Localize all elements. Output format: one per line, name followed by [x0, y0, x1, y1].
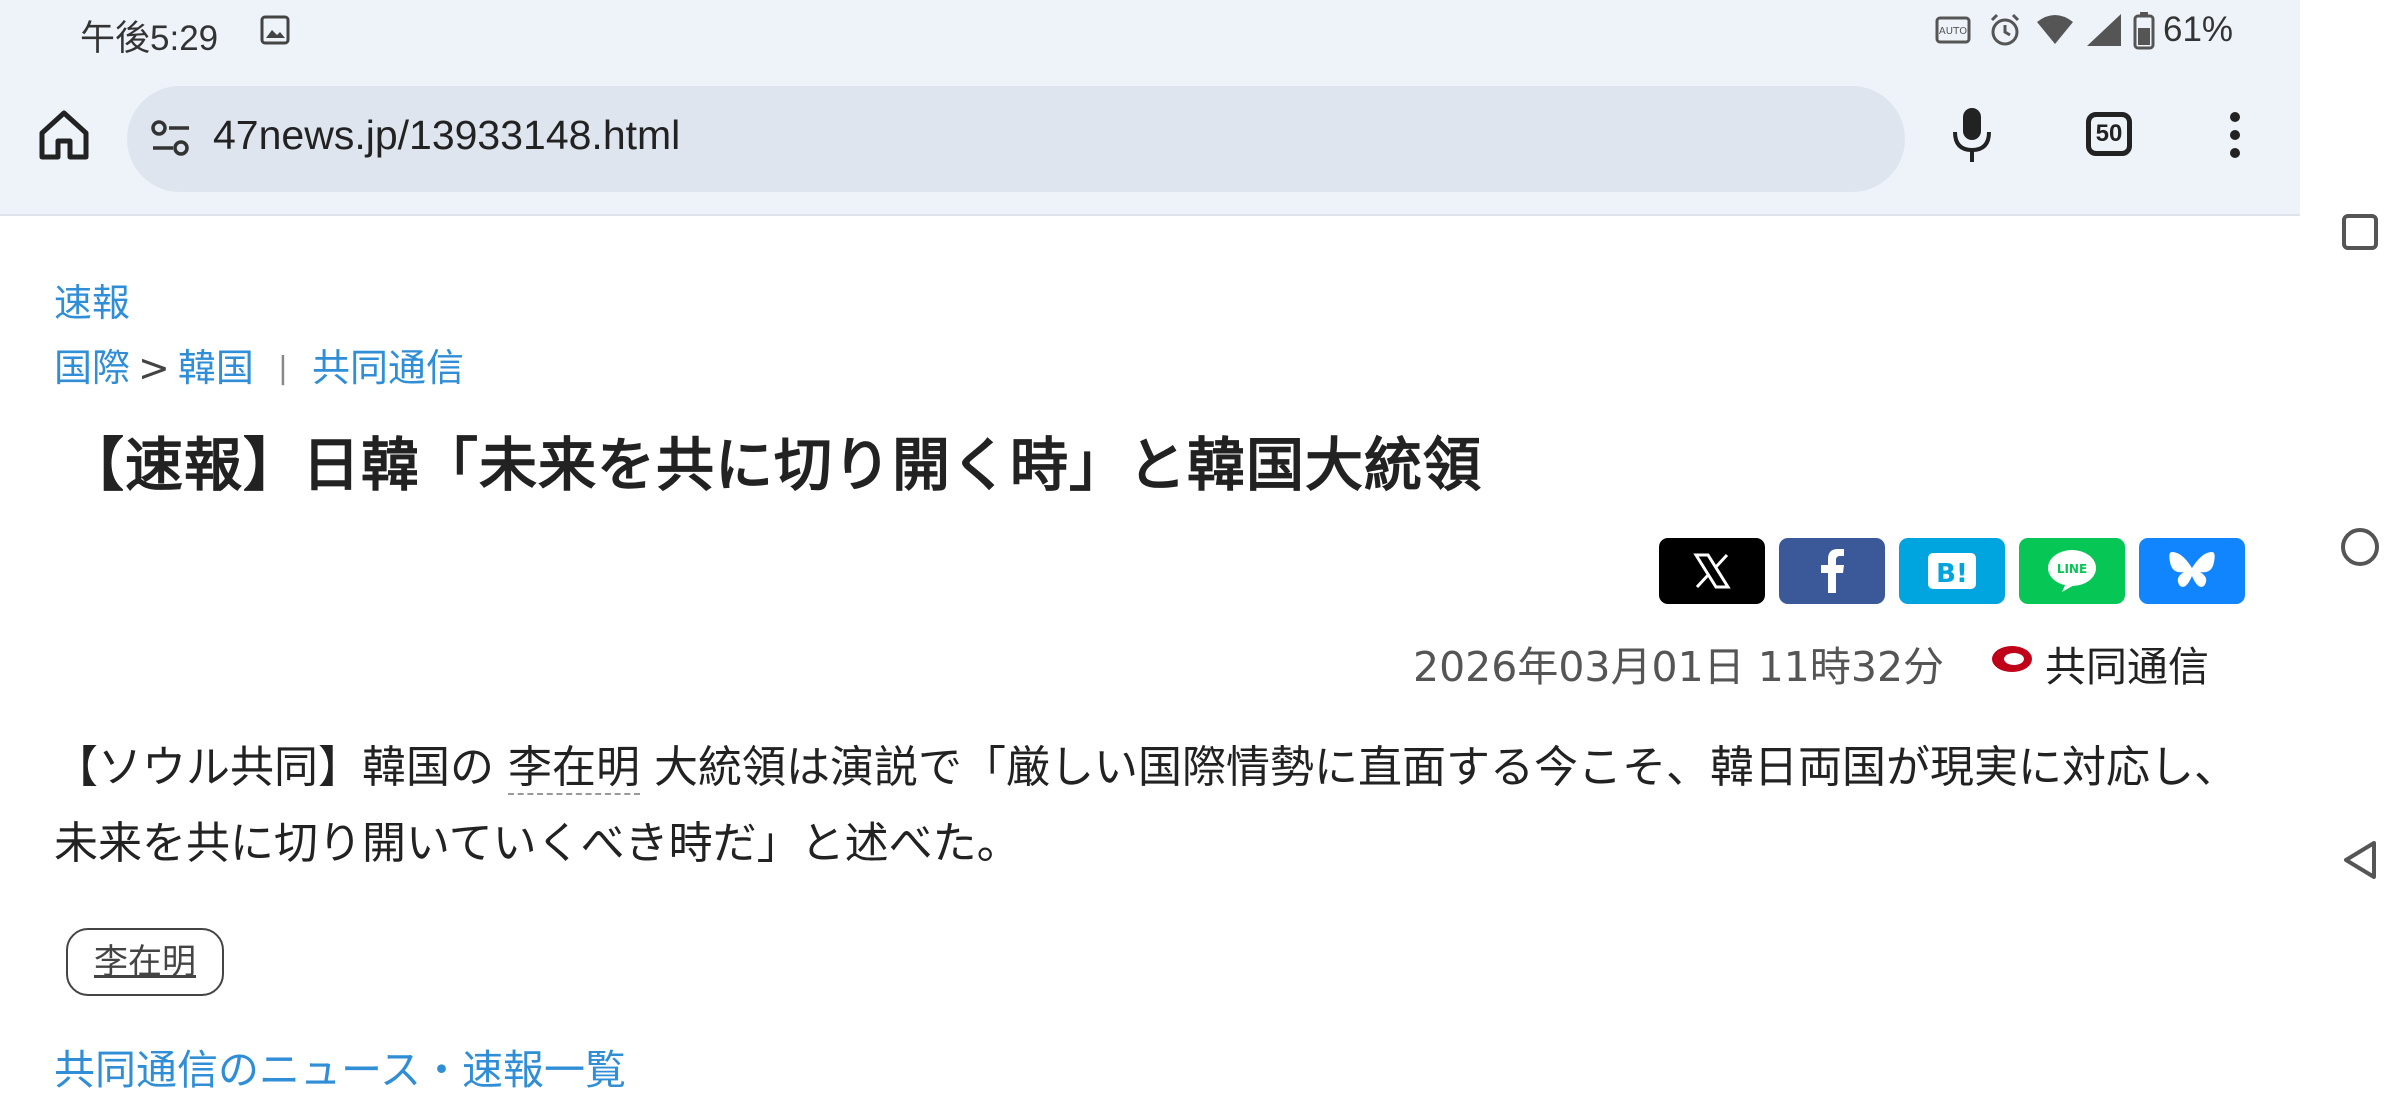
home-nav-button[interactable]: [2340, 527, 2380, 567]
breadcrumb-korea[interactable]: 韓国: [178, 346, 254, 390]
recents-button[interactable]: [2341, 213, 2379, 251]
url-text[interactable]: 47news.jp/13933148.html: [213, 112, 680, 159]
hatena-bookmark-share-button[interactable]: B!: [1899, 538, 2005, 604]
breadcrumb-separator: >: [138, 346, 170, 390]
status-bar: 午後5:29 AUTO 61%: [0, 0, 2300, 64]
home-button[interactable]: [34, 105, 94, 165]
article-headline: 【速報】日韓「未来を共に切り開く時」と韓国大統領: [66, 431, 1483, 499]
address-bar[interactable]: 47news.jp/13933148.html: [127, 86, 1905, 192]
site-settings-icon[interactable]: [149, 116, 193, 160]
more-news-link[interactable]: 共同通信のニュース・速報一覧: [54, 1036, 626, 1096]
article-body: 【ソウル共同】韓国の 李在明 大統領は演説で「厳しい国際情勢に直面する今こそ、韓…: [54, 730, 2254, 882]
battery-icon: [2133, 12, 2155, 50]
svg-text:B!: B!: [1936, 559, 1968, 589]
microphone-icon[interactable]: [1950, 106, 1994, 166]
publish-datetime: 2026年03月01日 11時32分: [1413, 643, 1945, 691]
kyodo-logo-icon: [1992, 646, 2032, 672]
article-source-text[interactable]: 共同通信: [2045, 643, 2209, 691]
battery-percentage: 61%: [2163, 10, 2234, 49]
more-options-icon[interactable]: [2220, 110, 2250, 160]
back-button[interactable]: [2342, 840, 2378, 880]
article-source: 共同通信: [2045, 633, 2209, 693]
facebook-share-button[interactable]: [1779, 538, 1885, 604]
status-time: 午後5:29: [80, 19, 219, 58]
tab-switcher-button[interactable]: 50: [2086, 112, 2132, 156]
breaking-news-label[interactable]: 速報: [54, 272, 130, 327]
breadcrumb-divider: |: [277, 351, 288, 386]
line-share-button[interactable]: LINE: [2019, 538, 2125, 604]
x-share-button[interactable]: [1659, 538, 1765, 604]
bluesky-butterfly-icon: [2169, 552, 2215, 587]
line-logo-icon: LINE: [2048, 550, 2096, 592]
browser-toolbar: 47news.jp/13933148.html 50: [0, 64, 2300, 216]
breadcrumb-international[interactable]: 国際: [54, 346, 130, 390]
gallery-notification-icon: [260, 15, 290, 45]
wifi-icon: [2037, 15, 2073, 44]
x-logo-icon: [1693, 553, 1731, 589]
auto-brightness-icon: AUTO: [1935, 16, 1971, 44]
facebook-logo-icon: [1821, 549, 1844, 593]
article-body-prefix: 【ソウル共同】韓国の: [54, 742, 494, 793]
system-navigation-bar: [2300, 0, 2400, 1080]
hatena-bookmark-icon: B!: [1928, 553, 1976, 589]
alarm-icon: [1990, 13, 2020, 46]
person-name-link[interactable]: 李在明: [508, 742, 640, 795]
svg-text:AUTO: AUTO: [1939, 26, 1967, 37]
bluesky-share-button[interactable]: [2139, 538, 2245, 604]
breadcrumb: 国際 > 韓国 | 共同通信: [54, 337, 464, 392]
breadcrumb-source[interactable]: 共同通信: [312, 346, 464, 390]
cellular-signal-icon: [2087, 14, 2121, 46]
tag-chip[interactable]: 李在明: [66, 928, 224, 996]
svg-text:LINE: LINE: [2057, 562, 2087, 576]
